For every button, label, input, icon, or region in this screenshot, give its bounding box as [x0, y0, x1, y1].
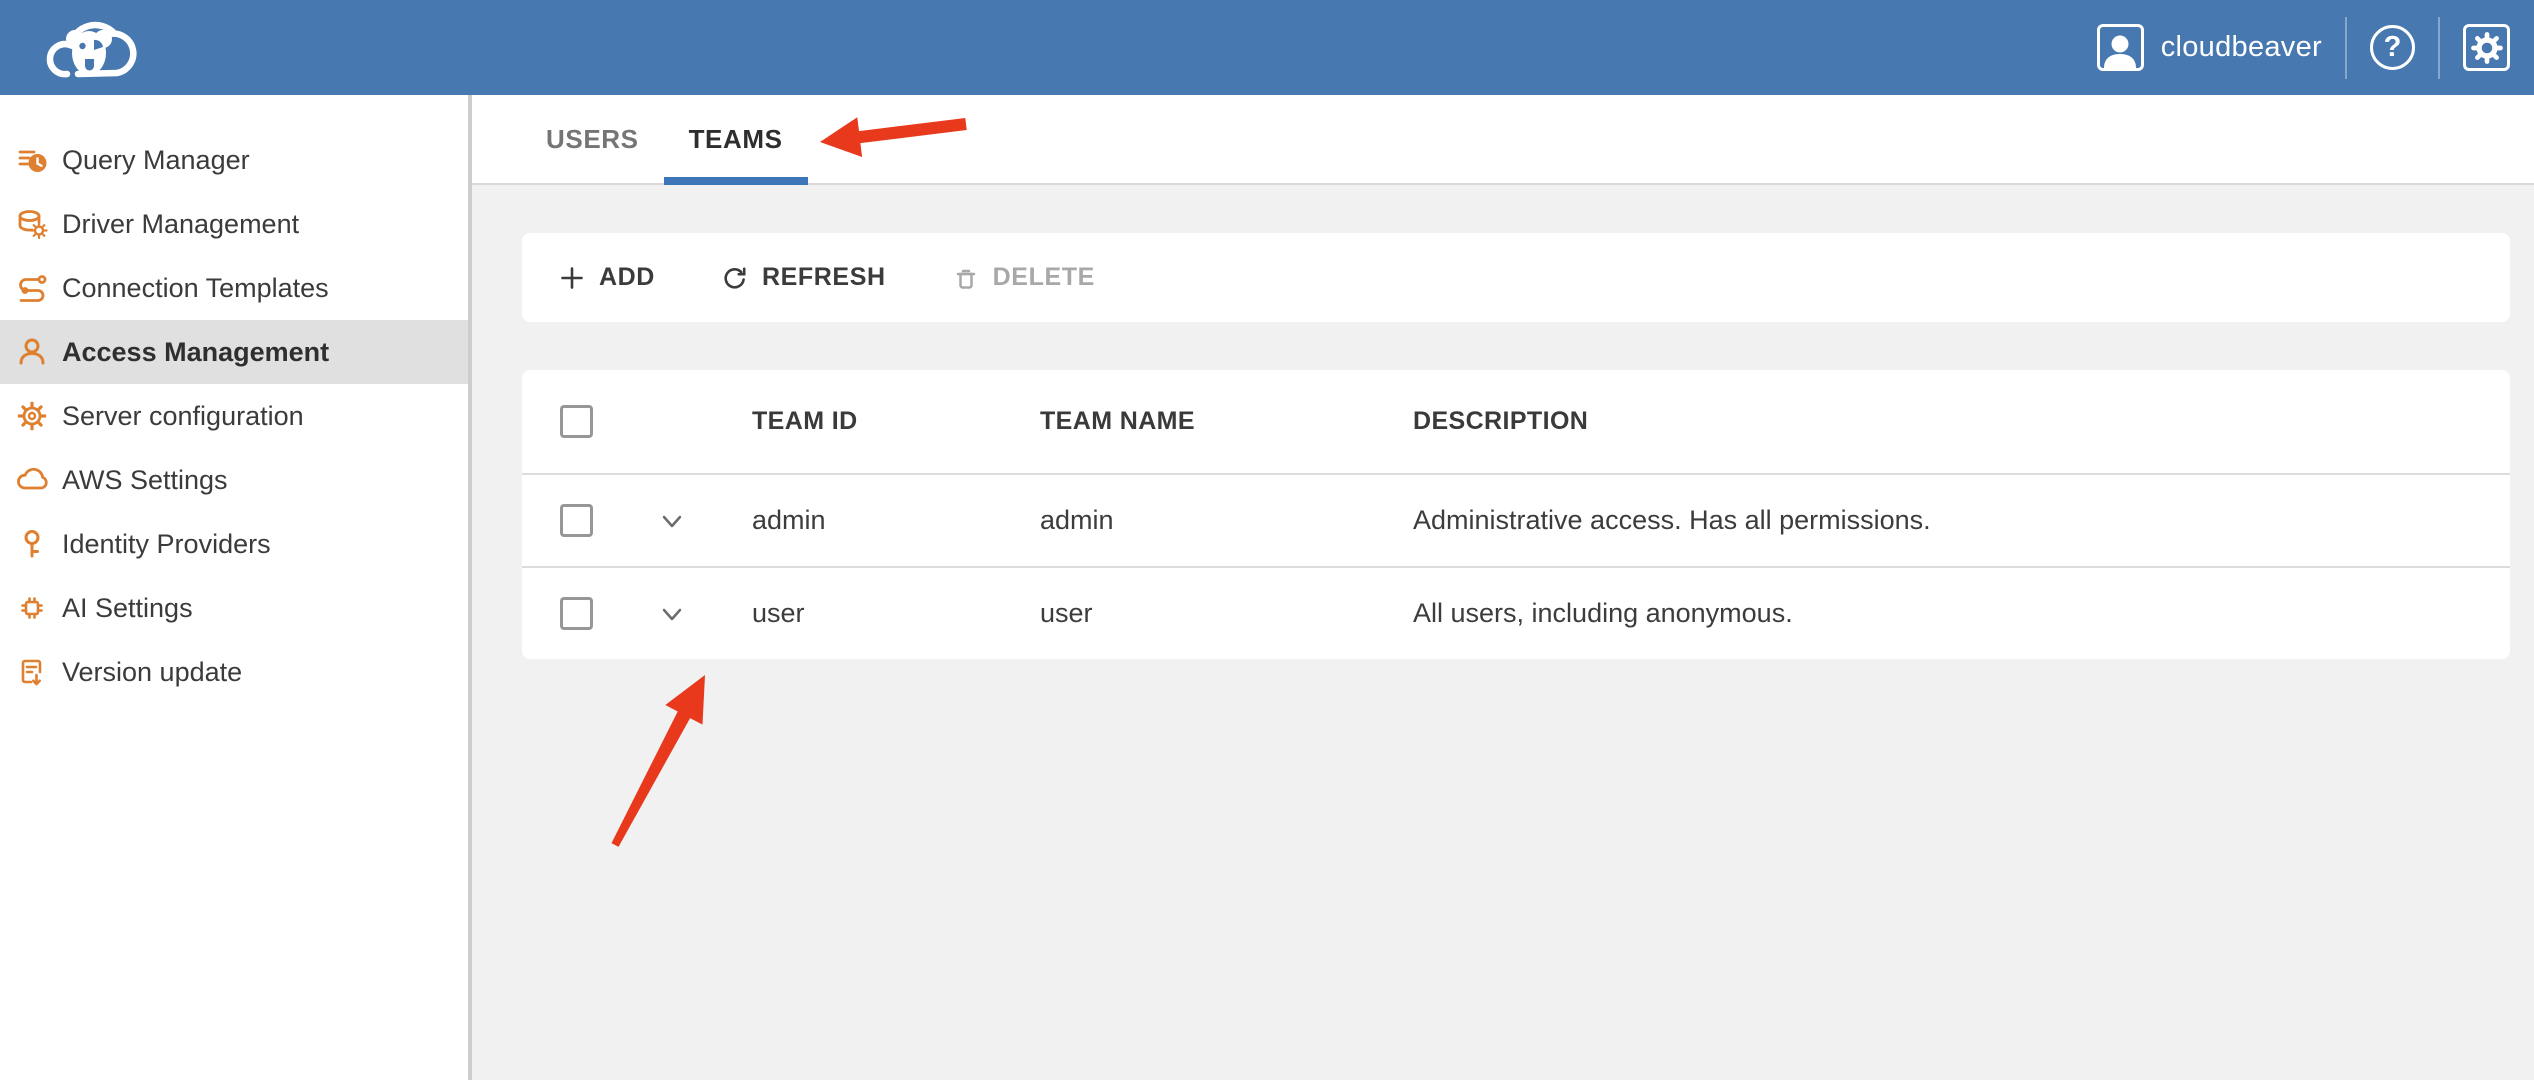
- active-tab-underline: [664, 177, 808, 185]
- annotation-arrow-teams-tab: [805, 95, 980, 165]
- admin-sidebar: Query Manager: [0, 95, 472, 1080]
- identity-providers-icon: [15, 527, 55, 561]
- expand-chevron-icon[interactable]: [656, 505, 688, 537]
- settings-gear-icon[interactable]: [2463, 24, 2510, 71]
- sidebar-item-label: Connection Templates: [62, 273, 329, 304]
- trash-icon: [952, 264, 980, 292]
- tab-teams[interactable]: TEAMS: [664, 95, 808, 183]
- sidebar-item-label: Access Management: [62, 337, 329, 368]
- sidebar-item-label: Query Manager: [62, 145, 250, 176]
- sidebar-item-query-manager[interactable]: Query Manager: [0, 128, 468, 192]
- add-button[interactable]: ADD: [558, 263, 655, 292]
- teams-toolbar: ADD REFRESH: [522, 233, 2510, 322]
- ai-settings-icon: [15, 591, 55, 625]
- refresh-icon: [721, 264, 749, 292]
- sidebar-item-label: AWS Settings: [62, 465, 228, 496]
- teams-table: TEAM ID TEAM NAME DESCRIPTION: [522, 370, 2510, 659]
- table-row-user[interactable]: user user All users, including anonymous…: [522, 566, 2510, 659]
- cell-description: All users, including anonymous.: [1413, 598, 2510, 629]
- table-row-admin[interactable]: admin admin Administrative access. Has a…: [522, 473, 2510, 566]
- plus-icon: [558, 264, 586, 292]
- sidebar-item-label: Identity Providers: [62, 529, 271, 560]
- driver-management-icon: [15, 207, 55, 241]
- query-manager-icon: [15, 143, 55, 177]
- help-icon[interactable]: ?: [2370, 25, 2415, 70]
- sidebar-item-version-update[interactable]: Version update: [0, 640, 468, 704]
- select-all-checkbox[interactable]: [560, 405, 593, 438]
- sidebar-item-label: Version update: [62, 657, 242, 688]
- server-configuration-icon: [15, 399, 55, 433]
- sidebar-item-connection-templates[interactable]: Connection Templates: [0, 256, 468, 320]
- column-header-team-name: TEAM NAME: [1040, 407, 1413, 436]
- access-management-icon: [15, 335, 55, 369]
- sidebar-item-access-management[interactable]: Access Management: [0, 320, 468, 384]
- header-divider: [2438, 17, 2440, 79]
- column-header-team-id: TEAM ID: [752, 407, 1040, 436]
- tab-users[interactable]: USERS: [521, 95, 664, 183]
- top-header-bar: cloudbeaver ?: [0, 0, 2534, 95]
- refresh-button[interactable]: REFRESH: [721, 263, 886, 292]
- row-checkbox[interactable]: [560, 504, 593, 537]
- sidebar-item-ai-settings[interactable]: AI Settings: [0, 576, 468, 640]
- access-management-tabs: USERS TEAMS: [472, 95, 2534, 185]
- sidebar-item-server-configuration[interactable]: Server configuration: [0, 384, 468, 448]
- connection-templates-icon: [15, 271, 55, 305]
- cell-team-id: user: [752, 598, 1040, 629]
- sidebar-item-label: Server configuration: [62, 401, 304, 432]
- aws-settings-icon: [15, 463, 55, 497]
- cell-team-id: admin: [752, 505, 1040, 536]
- sidebar-item-label: AI Settings: [62, 593, 193, 624]
- annotation-arrow-user-row-expander: [595, 655, 725, 860]
- sidebar-item-identity-providers[interactable]: Identity Providers: [0, 512, 468, 576]
- table-header-row: TEAM ID TEAM NAME DESCRIPTION: [522, 370, 2510, 473]
- cloudbeaver-admin-page: cloudbeaver ?: [0, 0, 2534, 1080]
- cell-description: Administrative access. Has all permissio…: [1413, 505, 2510, 536]
- delete-button[interactable]: DELETE: [952, 263, 1095, 292]
- sidebar-item-driver-management[interactable]: Driver Management: [0, 192, 468, 256]
- user-avatar-icon[interactable]: [2097, 24, 2144, 71]
- sidebar-item-aws-settings[interactable]: AWS Settings: [0, 448, 468, 512]
- user-name-label: cloudbeaver: [2161, 31, 2322, 64]
- sidebar-item-label: Driver Management: [62, 209, 299, 240]
- cell-team-name: admin: [1040, 505, 1413, 536]
- cloudbeaver-logo: [36, 13, 140, 83]
- header-divider: [2345, 17, 2347, 79]
- expand-chevron-icon[interactable]: [656, 598, 688, 630]
- version-update-icon: [15, 655, 55, 689]
- row-checkbox[interactable]: [560, 597, 593, 630]
- cell-team-name: user: [1040, 598, 1413, 629]
- column-header-description: DESCRIPTION: [1413, 407, 2510, 436]
